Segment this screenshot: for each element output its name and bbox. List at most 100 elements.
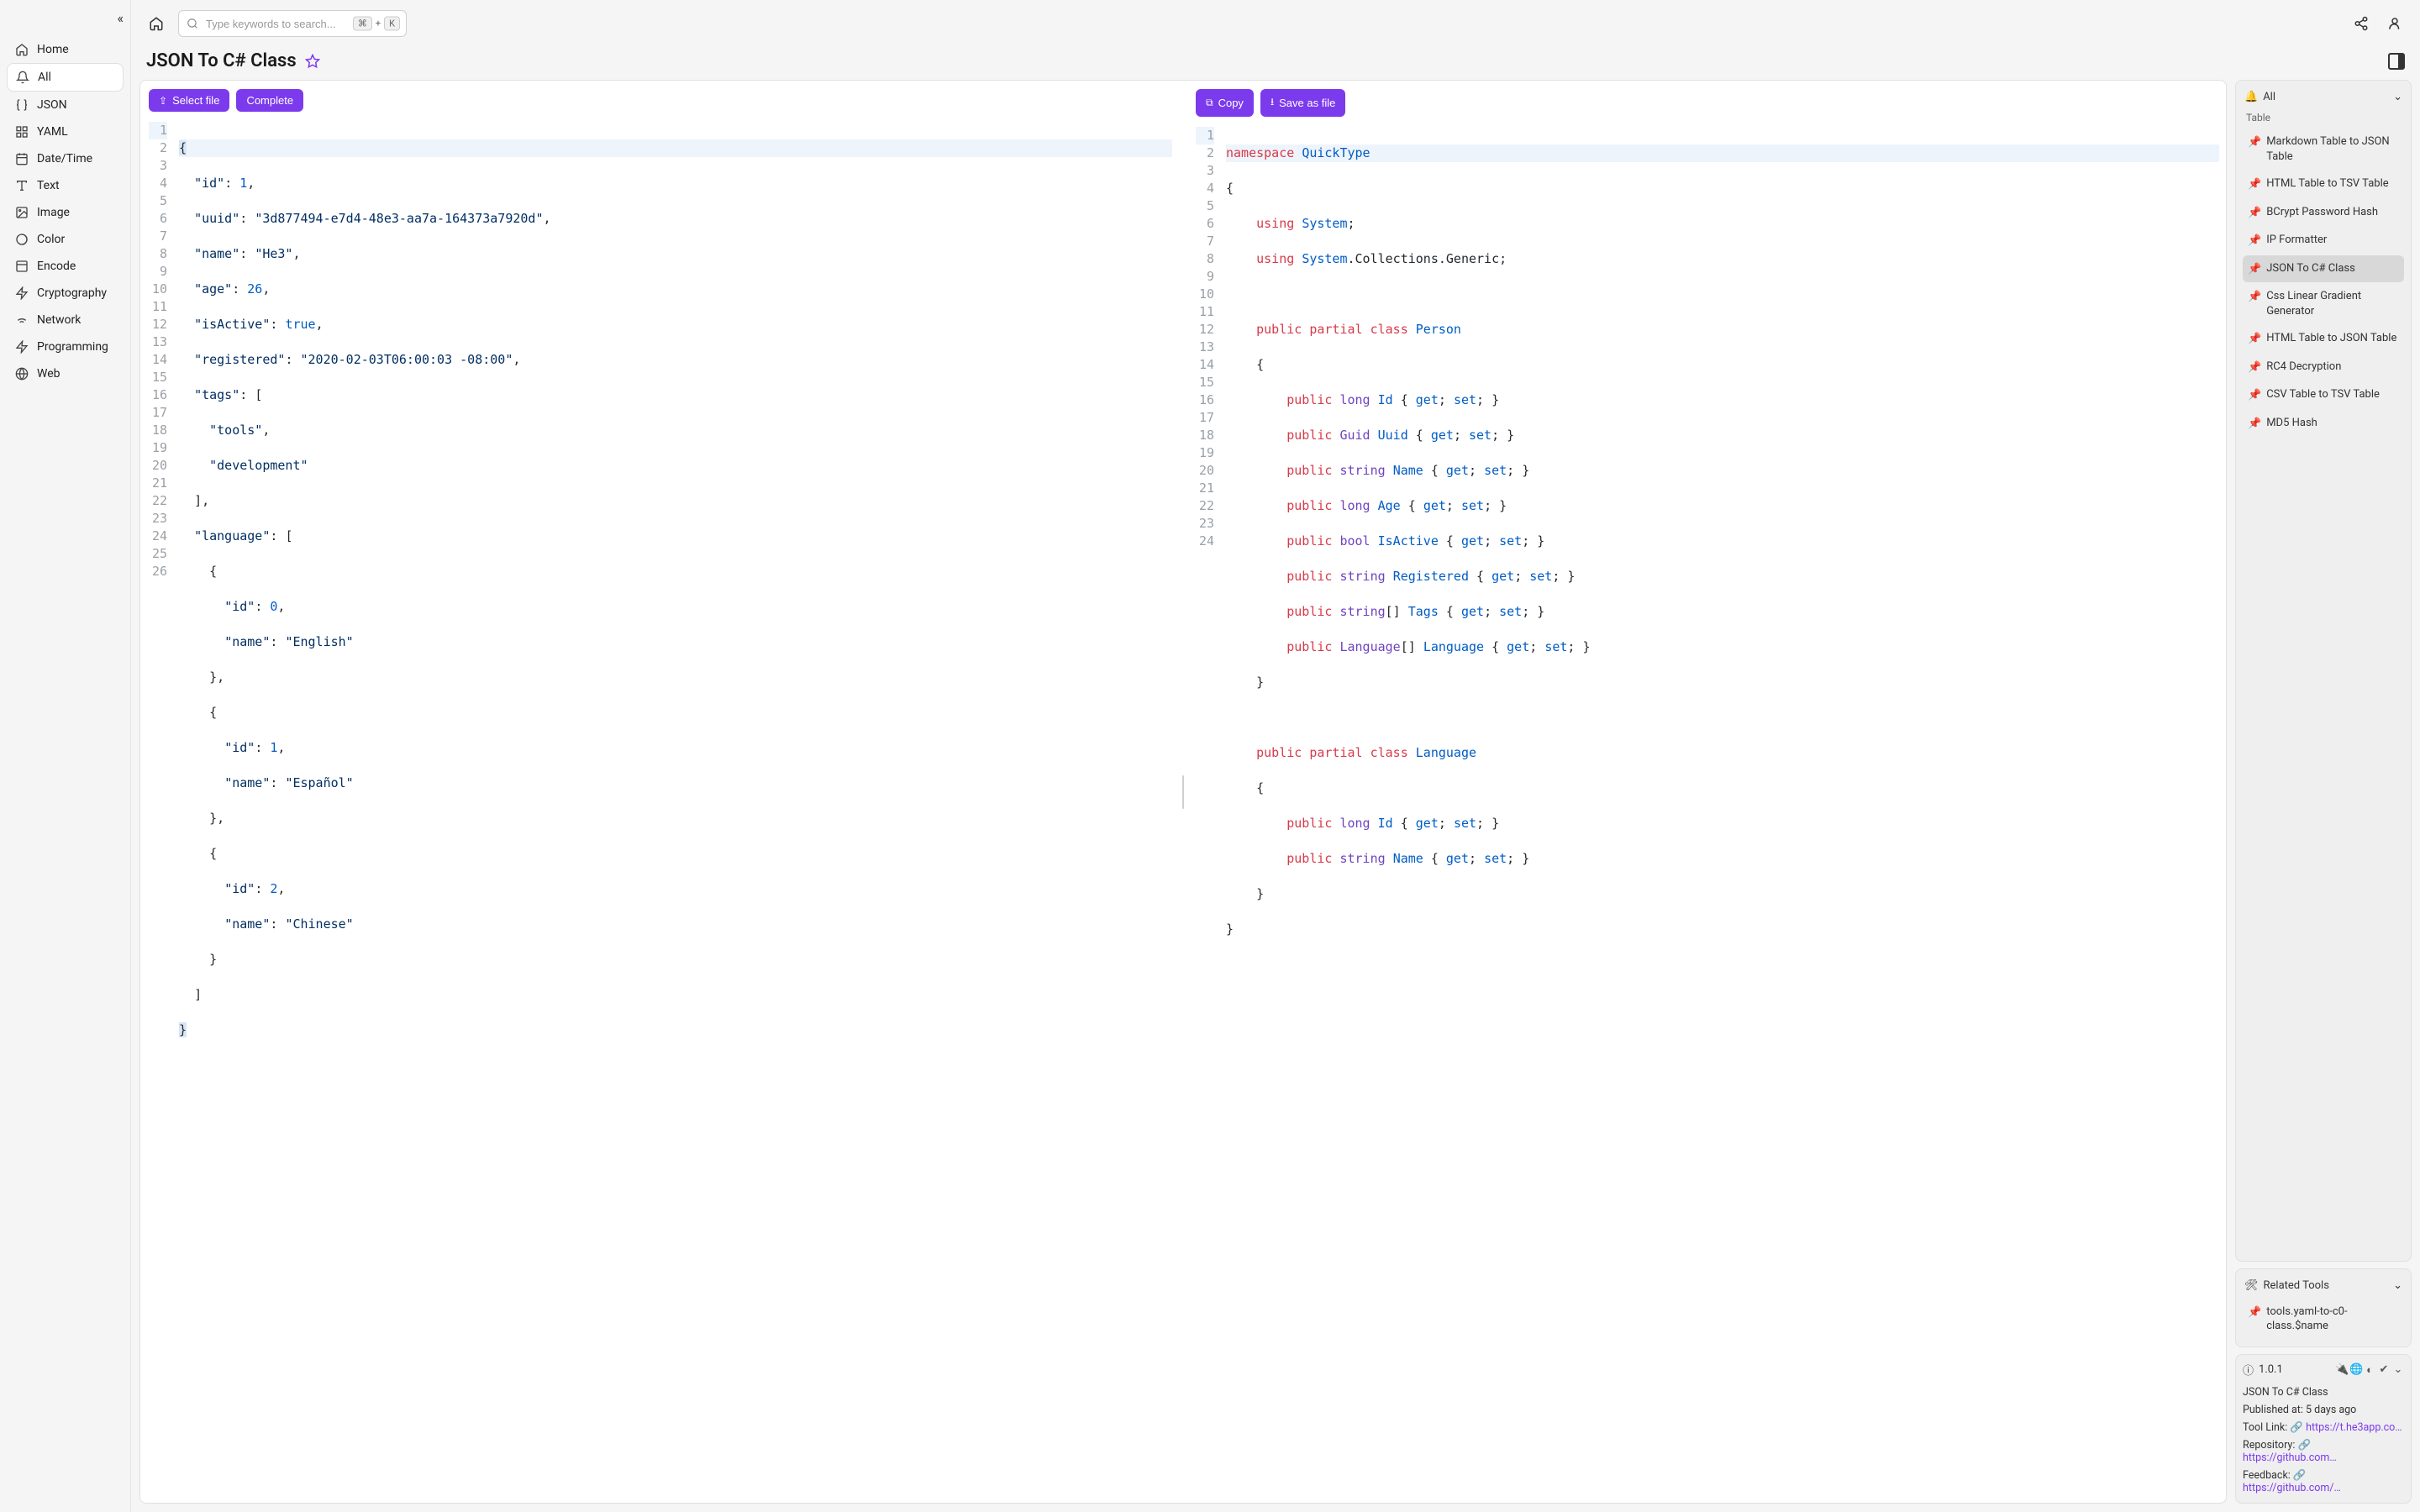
complete-button[interactable]: Complete: [236, 89, 303, 112]
sidebar-item-label: Image: [37, 206, 70, 219]
sidebar-collapse-icon[interactable]: «: [117, 10, 124, 26]
tool-link[interactable]: https://t.he3app.co…: [2306, 1421, 2402, 1434]
zap-icon: [15, 340, 29, 354]
code-area[interactable]: { "id": 1, "uuid": "3d877494-e7d4-48e3-a…: [172, 120, 1179, 1503]
pin-icon: 📌: [2248, 234, 2261, 249]
right-panel: 🔔 All ⌄ Table 📌Markdown Table to JSON Ta…: [2235, 80, 2412, 1504]
panel-title: Related Tools: [2264, 1279, 2329, 1292]
sidebar-item-programming[interactable]: Programming: [7, 333, 124, 360]
sidebar-item-encode[interactable]: Encode: [7, 253, 124, 280]
sidebar-item-color[interactable]: Color: [7, 226, 124, 253]
copy-button[interactable]: ⧉ Copy: [1196, 89, 1254, 117]
chevron-down-icon[interactable]: ⌄: [2393, 1279, 2402, 1292]
list-item[interactable]: 📌MD5 Hash: [2243, 410, 2404, 438]
list-item[interactable]: 📌Css Linear Gradient Generator: [2243, 283, 2404, 324]
copy-icon: ⧉: [1206, 97, 1213, 109]
button-label: Select file: [172, 94, 219, 107]
about-icons: 🔌 🌐 ◐ ✔ ⌄: [2335, 1363, 2404, 1377]
search-icon: [187, 18, 198, 29]
sidebar-item-label: Text: [37, 179, 60, 192]
input-editor: ⇪ Select file Complete 1 2 3 4: [140, 81, 1179, 1503]
list-item[interactable]: 📌HTML Table to TSV Table: [2243, 171, 2404, 198]
globe-icon[interactable]: 🌐: [2349, 1363, 2361, 1377]
favorite-star-icon[interactable]: [305, 54, 320, 69]
zap-icon: [15, 286, 29, 300]
user-button[interactable]: [2383, 12, 2407, 35]
sidebar-item-label: Web: [37, 367, 60, 381]
pin-icon: 📌: [2248, 360, 2261, 375]
pin-icon: 📌: [2248, 290, 2261, 305]
pin-icon: 📌: [2248, 135, 2261, 150]
list-item[interactable]: 📌JSON To C# Class: [2243, 255, 2404, 283]
splitter[interactable]: [1179, 81, 1187, 1503]
topbar: ⌘+K: [131, 0, 2420, 47]
gutter: 1 2 3 4 5 6 7 8 9 10 11 12 13: [1187, 125, 1219, 1503]
sidebar-item-home[interactable]: Home: [7, 36, 124, 63]
grid-icon: [15, 125, 29, 139]
sidebar-item-label: Network: [37, 313, 81, 327]
check-icon[interactable]: ✔: [2378, 1363, 2390, 1377]
bell-icon: 🔔: [2244, 91, 2258, 103]
sidebar-item-json[interactable]: JSON: [7, 92, 124, 118]
list-item[interactable]: 📌Markdown Table to JSON Table: [2243, 129, 2404, 170]
github-icon[interactable]: ◐: [2364, 1363, 2375, 1377]
meta-name: JSON To C# Class: [2243, 1386, 2404, 1399]
calendar-icon: [15, 152, 29, 165]
sidebar-item-label: Cryptography: [37, 286, 107, 300]
sidebar-item-label: Programming: [37, 340, 108, 354]
list-item[interactable]: 📌CSV Table to TSV Table: [2243, 381, 2404, 409]
wifi-icon: [15, 313, 29, 327]
meta-published: Published at: 5 days ago: [2243, 1404, 2404, 1416]
chevron-down-icon[interactable]: ⌄: [2392, 1363, 2404, 1377]
list-item[interactable]: 📌BCrypt Password Hash: [2243, 199, 2404, 227]
code-area[interactable]: namespace QuickType { using System; usin…: [1219, 125, 2226, 1503]
button-label: Copy: [1218, 97, 1244, 109]
upload-icon: ⇪: [159, 95, 167, 107]
pin-icon: 📌: [2248, 206, 2261, 221]
sidebar-item-label: All: [38, 71, 51, 84]
meta-tool-link: Tool Link: 🔗 https://t.he3app.co…: [2243, 1421, 2404, 1434]
home-icon: [15, 43, 29, 56]
version-text: 1.0.1: [2259, 1363, 2283, 1376]
csharp-editor[interactable]: 1 2 3 4 5 6 7 8 9 10 11 12 13: [1187, 125, 2226, 1503]
select-file-button[interactable]: ⇪ Select file: [149, 89, 229, 112]
image-icon: [15, 206, 29, 219]
panel-toggle-icon[interactable]: [2388, 53, 2405, 70]
sidebar-item-label: Color: [37, 233, 65, 246]
text-icon: [15, 179, 29, 192]
gutter: 1 2 3 4 5 6 7 8 9 10 11 12 13: [140, 120, 172, 1503]
chevron-down-icon[interactable]: ⌄: [2393, 91, 2402, 103]
sidebar-item-network[interactable]: Network: [7, 307, 124, 333]
feedback-link[interactable]: https://github.com/…: [2243, 1482, 2341, 1494]
sidebar-item-text[interactable]: Text: [7, 172, 124, 199]
sidebar-item-cryptography[interactable]: Cryptography: [7, 280, 124, 307]
page-title: JSON To C# Class: [146, 50, 297, 71]
pin-icon: 📌: [2248, 388, 2261, 403]
sidebar-nav: Home All JSON YAML: [0, 29, 130, 394]
sidebar-item-datetime[interactable]: Date/Time: [7, 145, 124, 172]
output-editor: ⧉ Copy ⭳ Save as file 1 2 3: [1187, 81, 2226, 1503]
braces-icon: [15, 98, 29, 112]
list-item[interactable]: 📌HTML Table to JSON Table: [2243, 325, 2404, 353]
repo-link[interactable]: https://github.com…: [2243, 1452, 2337, 1464]
tools-icon: 🛠: [2244, 1279, 2259, 1292]
pinned-tools-panel: 🔔 All ⌄ Table 📌Markdown Table to JSON Ta…: [2235, 80, 2412, 1262]
home-button[interactable]: [145, 12, 168, 35]
button-label: Complete: [246, 94, 293, 107]
list-item[interactable]: 📌tools.yaml-to-c0-class.$name: [2243, 1299, 2404, 1340]
sidebar-item-image[interactable]: Image: [7, 199, 124, 226]
search-shortcut: ⌘+K: [353, 17, 400, 31]
sidebar-item-label: Encode: [37, 260, 76, 273]
panel-title: All: [2263, 91, 2275, 103]
pin-icon: 📌: [2248, 262, 2261, 277]
save-as-file-button[interactable]: ⭳ Save as file: [1260, 89, 1345, 117]
sidebar-item-yaml[interactable]: YAML: [7, 118, 124, 145]
json-editor[interactable]: 1 2 3 4 5 6 7 8 9 10 11 12 13: [140, 120, 1179, 1503]
list-item[interactable]: 📌RC4 Decryption: [2243, 354, 2404, 381]
sidebar-item-all[interactable]: All: [7, 63, 124, 92]
list-item[interactable]: 📌IP Formatter: [2243, 227, 2404, 255]
plug-icon[interactable]: 🔌: [2335, 1363, 2347, 1377]
share-button[interactable]: [2349, 12, 2373, 35]
pin-icon: 📌: [2248, 177, 2261, 192]
sidebar-item-web[interactable]: Web: [7, 360, 124, 387]
